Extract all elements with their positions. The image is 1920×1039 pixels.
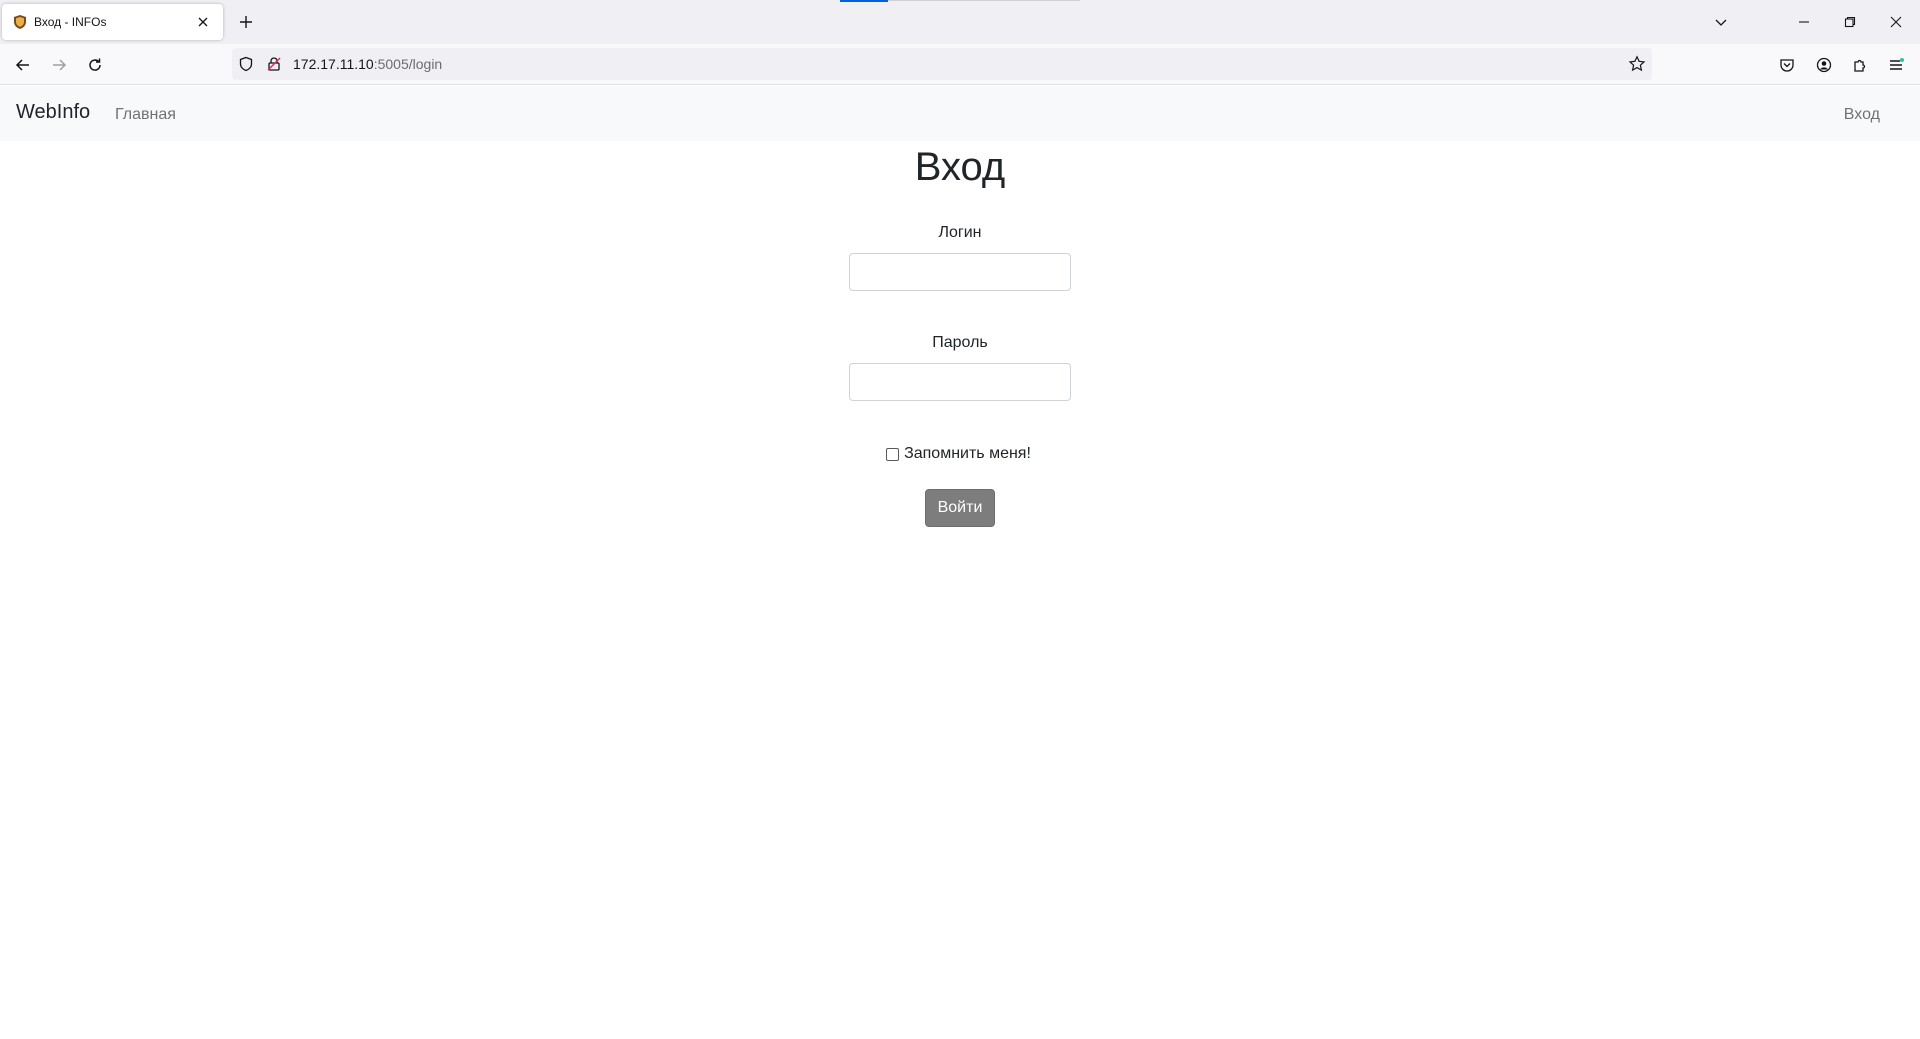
forward-arrow-icon[interactable] xyxy=(45,51,73,79)
remember-me-checkbox[interactable] xyxy=(886,447,900,461)
tab-close-icon[interactable] xyxy=(193,12,213,32)
password-label: Пароль xyxy=(932,334,988,351)
shield-favicon-icon xyxy=(12,14,28,30)
minimize-window-icon[interactable] xyxy=(1781,0,1827,44)
pocket-icon[interactable] xyxy=(1773,51,1801,79)
close-window-icon[interactable] xyxy=(1873,0,1919,44)
nav-link-home[interactable]: Главная xyxy=(115,106,176,124)
tab-strip: Вход - INFOs xyxy=(0,0,1920,44)
account-icon[interactable] xyxy=(1810,51,1838,79)
list-all-tabs-icon[interactable] xyxy=(1698,0,1744,44)
nav-link-login[interactable]: Вход xyxy=(1844,106,1880,124)
submit-button[interactable]: Войти xyxy=(925,489,995,527)
username-input[interactable] xyxy=(849,253,1071,291)
tab-scroll-indicator xyxy=(840,0,888,2)
remember-me-row: Запомнить меня! xyxy=(0,445,1920,463)
password-input[interactable] xyxy=(849,363,1071,401)
new-tab-button[interactable] xyxy=(234,10,258,34)
url-text[interactable]: 172.17.11.10:5005/login xyxy=(293,56,442,72)
address-bar[interactable]: 172.17.11.10:5005/login xyxy=(232,48,1652,80)
insecure-lock-icon[interactable] xyxy=(266,56,282,72)
brand-link[interactable]: WebInfo xyxy=(16,101,90,124)
tracking-protection-shield-icon[interactable] xyxy=(238,56,254,72)
remember-me-label[interactable]: Запомнить меня! xyxy=(904,445,1031,463)
back-arrow-icon[interactable] xyxy=(9,51,37,79)
url-host: 172.17.11.10 xyxy=(293,56,374,72)
tab-divider xyxy=(888,0,1080,1)
page-title: Вход xyxy=(914,145,1006,189)
site-navbar: WebInfo Главная Вход xyxy=(0,86,1920,141)
reload-icon[interactable] xyxy=(81,51,109,79)
extensions-puzzle-icon[interactable] xyxy=(1846,51,1874,79)
browser-tab-active[interactable]: Вход - INFOs xyxy=(2,4,223,40)
app-menu-icon[interactable] xyxy=(1882,51,1910,79)
browser-toolbar: 172.17.11.10:5005/login xyxy=(0,44,1920,85)
restore-window-icon[interactable] xyxy=(1827,0,1873,44)
bookmark-star-icon[interactable] xyxy=(1628,55,1646,73)
tab-title: Вход - INFOs xyxy=(34,15,107,29)
url-path: :5005/login xyxy=(373,56,443,72)
username-label: Логин xyxy=(938,224,982,241)
